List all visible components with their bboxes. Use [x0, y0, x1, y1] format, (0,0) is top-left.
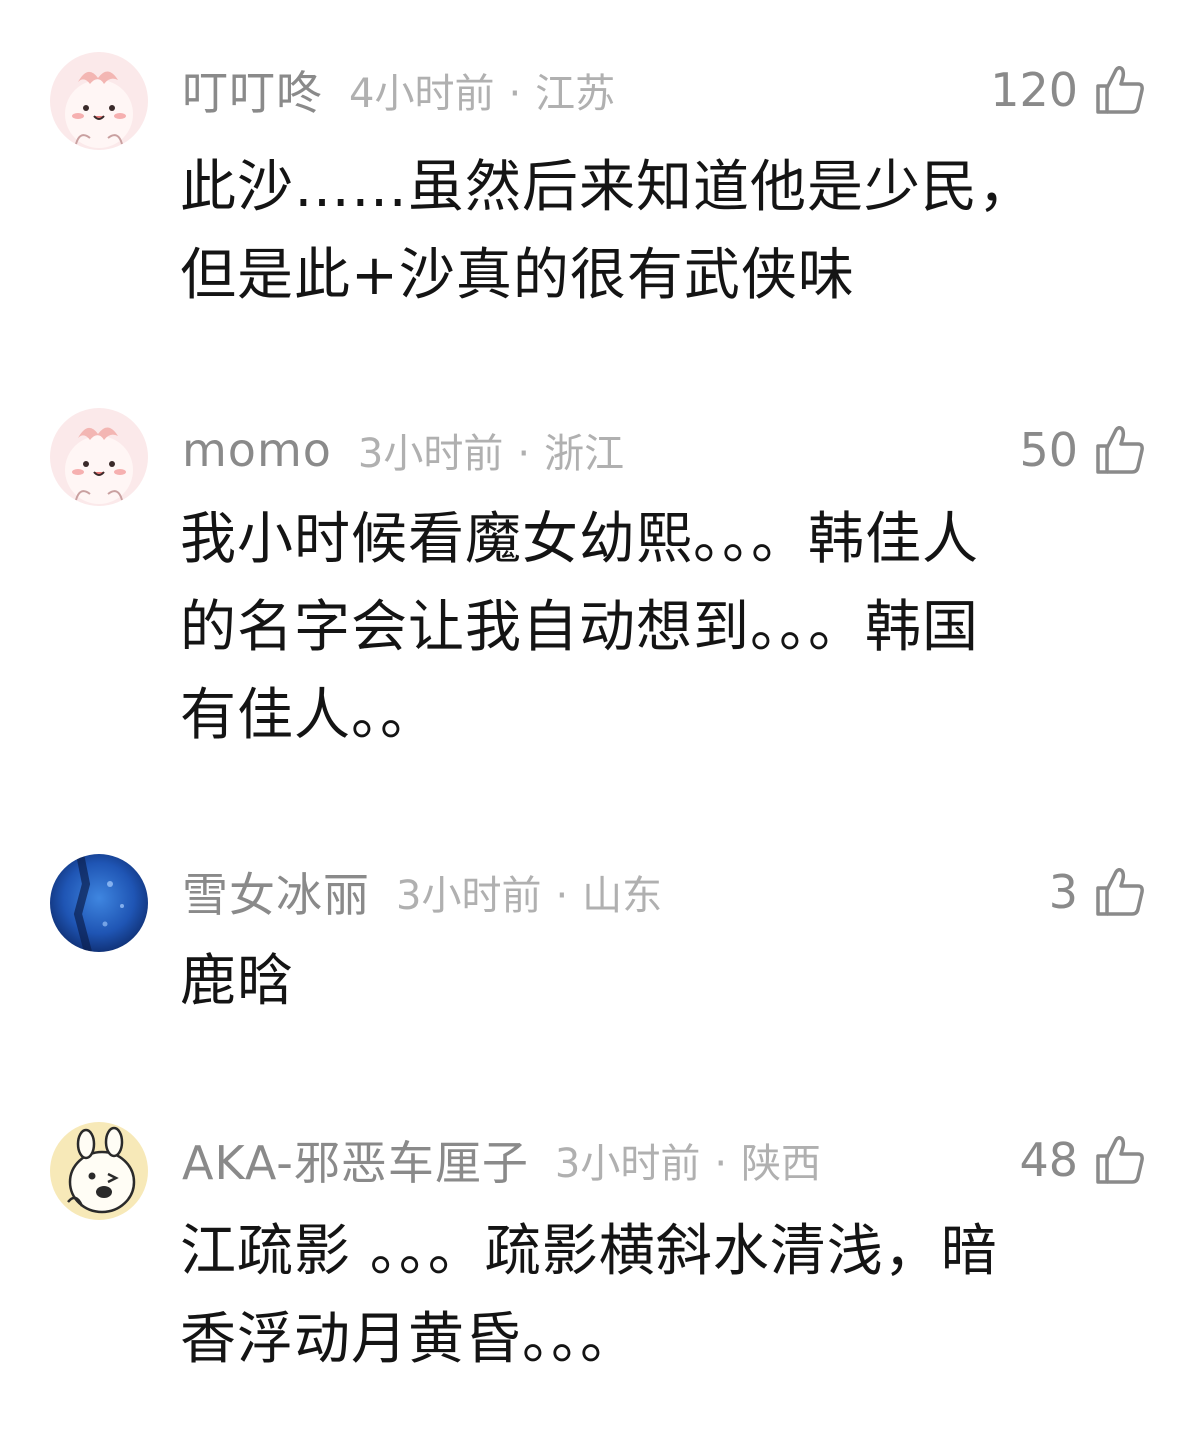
comment-text: 鹿晗 — [180, 938, 1140, 1026]
comment-location: 江苏 — [535, 71, 616, 117]
avatar[interactable] — [50, 408, 148, 506]
comment-text-line: 的名字会让我自动想到。。。韩国 — [180, 595, 979, 660]
username[interactable]: AKA-邪恶车厘子 — [182, 1127, 529, 1193]
separator-dot: · — [508, 71, 522, 117]
comment-location: 山东 — [582, 873, 663, 919]
comment-text-line: 我小时候看魔女幼熙。。。韩佳人 — [180, 507, 979, 572]
comment-location: 陕西 — [741, 1141, 822, 1187]
avatar[interactable] — [50, 1122, 148, 1220]
comment-time: 4小时前 — [349, 71, 495, 117]
username[interactable]: 叮叮咚 — [182, 57, 323, 123]
like-count: 120 — [990, 63, 1078, 117]
like-button[interactable]: 48 — [1019, 1130, 1146, 1190]
comment-info: 3小时前 · 浙江 — [358, 421, 624, 479]
thumbs-up-icon — [1096, 425, 1144, 474]
like-count: 48 — [1019, 1133, 1078, 1187]
comment-time: 3小时前 — [554, 1141, 701, 1187]
separator-dot: · — [714, 1141, 728, 1187]
like-button[interactable]: 3 — [1049, 862, 1146, 922]
comment-text: 此沙……虽然后来知道他是少民， 但是此+沙真的很有武侠味 — [180, 144, 1140, 320]
comment-meta: 叮叮咚 4小时前 · 江苏 — [182, 60, 615, 120]
username[interactable]: momo — [182, 423, 332, 477]
comment-text-line: 鹿晗 — [180, 949, 294, 1014]
comment-info: 4小时前 · 江苏 — [349, 61, 615, 119]
comment-text-line: 但是此+沙真的很有武侠味 — [180, 243, 855, 308]
comment-text-line: 有佳人。。 — [180, 683, 437, 748]
comment-time: 3小时前 — [396, 873, 542, 919]
comment-text-line: 此沙……虽然后来知道他是少民， — [180, 155, 1035, 220]
like-button[interactable]: 50 — [1019, 420, 1146, 480]
like-count: 3 — [1048, 865, 1078, 919]
comment-text-line: 香浮动月黄昏。。。 — [180, 1307, 637, 1372]
like-count: 50 — [1019, 423, 1078, 477]
comment-info: 3小时前 · 陕西 — [555, 1131, 821, 1189]
comment-meta: momo 3小时前 · 浙江 — [182, 420, 624, 480]
comment-time: 3小时前 — [357, 431, 504, 477]
comment-meta: AKA-邪恶车厘子 3小时前 · 陕西 — [182, 1130, 821, 1190]
comment-text: 江疏影 。。。疏影横斜水清浅，暗 香浮动月黄昏。。。 — [180, 1208, 1140, 1384]
comment-location: 浙江 — [544, 431, 625, 477]
comment-text: 我小时候看魔女幼熙。。。韩佳人 的名字会让我自动想到。。。韩国 有佳人。。 — [180, 496, 1140, 760]
separator-dot: · — [517, 431, 531, 477]
like-button[interactable]: 120 — [990, 60, 1146, 120]
separator-dot: · — [555, 873, 569, 919]
comment-info: 3小时前 · 山东 — [396, 863, 662, 921]
avatar[interactable] — [50, 854, 148, 952]
username[interactable]: 雪女冰丽 — [182, 859, 370, 925]
thumbs-up-icon — [1096, 65, 1144, 114]
comment-text-line: 江疏影 。。。疏影横斜水清浅，暗 — [180, 1219, 998, 1284]
thumbs-up-icon — [1096, 1135, 1144, 1184]
thumbs-up-icon — [1096, 867, 1144, 916]
comment-meta: 雪女冰丽 3小时前 · 山东 — [182, 862, 662, 922]
avatar[interactable] — [50, 52, 148, 150]
